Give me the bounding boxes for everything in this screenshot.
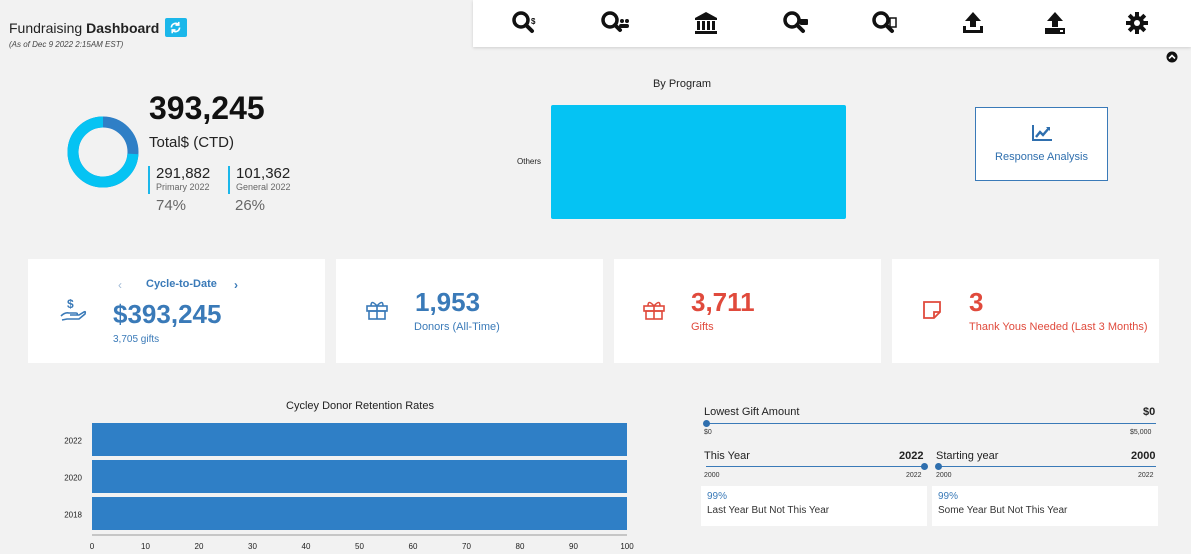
upload-box-icon[interactable] [1042,10,1070,36]
response-analysis-button[interactable]: Response Analysis [975,107,1108,181]
retention-label: Some Year But Not This Year [938,505,1068,516]
next-cycle-button[interactable]: › [234,278,238,292]
primary-label: Primary 2022 [156,182,210,192]
gift-icon [365,299,389,326]
starting-year-slider[interactable] [938,466,1156,467]
bank-icon[interactable] [693,10,721,36]
donors-count: 1,953 [415,287,481,317]
total-label: Total$ (CTD) [149,134,235,151]
ctd-gifts-count: 3,705 gifts [113,334,160,345]
upload-icon[interactable] [960,10,988,36]
x-tick-label: 90 [569,542,578,551]
gifts-count: 3,711 [691,287,755,317]
thank-yous-card: 3 Thank Yous Needed (Last 3 Months) [892,259,1159,363]
this-year-value: 2022 [899,450,924,462]
search-dollar-icon[interactable]: $ [511,10,539,36]
svg-text:$: $ [67,297,74,311]
retention-label: Last Year But Not This Year [707,505,830,516]
primary-percent: 74% [156,197,187,214]
x-tick-label: 40 [302,542,311,551]
starting-year-value: 2000 [1131,450,1156,462]
retention-card-last-year: 99% Last Year But Not This Year [701,486,927,526]
refresh-icon [170,21,181,34]
general-label: General 2022 [236,182,291,192]
note-icon [922,300,942,325]
search-users-icon[interactable] [600,10,629,36]
primary-value: 291,882 [156,165,211,182]
previous-cycle-button[interactable]: ‹ [118,278,122,292]
as-of-timestamp: (As of Dec 9 2022 2:15AM EST) [9,40,124,49]
line-chart-icon [1031,125,1052,141]
lowest-gift-slider[interactable] [706,423,1156,424]
donors-card: 1,953 Donors (All-Time) [336,259,603,363]
gear-icon[interactable] [1124,10,1152,36]
retention-card-some-year: 99% Some Year But Not This Year [932,486,1158,526]
starting-year-label: Starting year [936,450,999,462]
x-tick-label: 20 [195,542,204,551]
general-percent: 26% [235,197,266,214]
lowest-gift-max: $5,000 [1130,429,1152,436]
retention-chart: 2022 2020 2018 0 10 20 30 40 50 60 70 80 90 100 [64,423,634,551]
retention-percent: 99% [938,491,959,502]
x-tick-label: 80 [516,542,525,551]
cycle-nav: ‹ Cycle-to-Date › [118,278,253,292]
retention-bar-2020[interactable] [92,460,627,493]
retention-category-label: 2020 [64,474,82,483]
page-title: Fundraising Dashboard [9,18,188,37]
by-program-title: By Program [652,78,712,90]
lowest-gift-label: Lowest Gift Amount [704,406,800,418]
this-year-label: This Year [704,450,750,462]
thank-yous-count: 3 [969,287,984,317]
total-amount: 393,245 [149,90,265,126]
refresh-button[interactable] [165,18,188,37]
gifts-card: 3,711 Gifts [614,259,881,363]
gift-icon [642,299,666,326]
by-program-bar[interactable] [551,105,846,219]
retention-category-label: 2018 [64,511,82,520]
by-program-category-label: Others [517,157,542,166]
general-value: 101,362 [236,165,291,182]
retention-category-label: 2022 [64,437,82,446]
thank-yous-label: Thank Yous Needed (Last 3 Months) [969,321,1148,333]
lowest-gift-min: $0 [704,429,712,436]
search-tag-icon[interactable] [782,10,810,36]
collapse-icon[interactable] [1166,50,1178,63]
ctd-card: ‹ Cycle-to-Date › $ $393,245 3,705 gifts [28,259,325,363]
starting-year-max: 2022 [1138,472,1154,479]
x-tick-label: 100 [620,542,634,551]
x-tick-label: 50 [355,542,364,551]
response-analysis-label: Response Analysis [995,151,1088,163]
gifts-label: Gifts [691,321,714,333]
header: Fundraising Dashboard (As of Dec 9 2022 … [9,18,188,49]
svg-text:$: $ [531,17,536,26]
retention-bar-2022[interactable] [92,423,627,456]
retention-percent: 99% [707,491,728,502]
donors-label: Donors (All-Time) [414,321,500,333]
general-breakdown: 101,362 General 2022 [228,166,291,194]
this-year-handle[interactable] [921,463,928,470]
this-year-max: 2022 [906,472,922,479]
ctd-amount: $393,245 [113,299,222,329]
primary-breakdown: 291,882 Primary 2022 [148,166,210,194]
x-tick-label: 0 [90,542,95,551]
x-tick-label: 60 [409,542,418,551]
retention-bar-2018[interactable] [92,497,627,530]
starting-year-min: 2000 [936,472,952,479]
search-document-icon[interactable] [871,10,899,36]
toolbar: $ [473,0,1191,47]
x-tick-label: 70 [462,542,471,551]
this-year-slider[interactable] [706,466,924,467]
title-bold: Dashboard [86,19,160,36]
lowest-gift-handle[interactable] [703,420,710,427]
starting-year-handle[interactable] [935,463,942,470]
this-year-min: 2000 [704,472,720,479]
lowest-gift-value: $0 [1143,406,1156,418]
title-prefix: Fundraising [9,19,83,36]
total-donut-chart [67,116,139,188]
hand-money-icon: $ [59,297,87,328]
cycle-label: Cycle-to-Date [146,278,217,290]
x-tick-label: 30 [248,542,257,551]
x-tick-label: 10 [141,542,150,551]
retention-chart-title: Cycley Donor Retention Rates [286,400,434,412]
